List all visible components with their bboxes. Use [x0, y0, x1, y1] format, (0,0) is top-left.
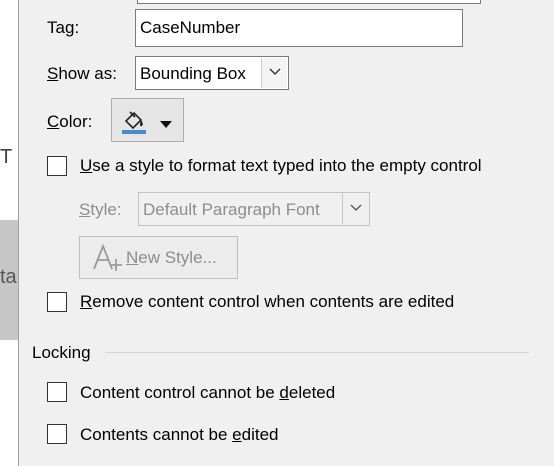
- show-as-select[interactable]: Bounding Box: [135, 56, 289, 90]
- background-document: T ta: [0, 0, 18, 466]
- content-control-properties-dialog: Tag: CaseNumber Show as: Bounding Box Co…: [18, 0, 554, 466]
- style-value: Default Paragraph Font: [143, 200, 320, 219]
- use-style-label: Use a style to format text typed into th…: [80, 156, 482, 175]
- cannot-delete-label: Content control cannot be deleted: [80, 383, 336, 402]
- chevron-down-icon[interactable]: [342, 194, 368, 224]
- new-style-label: New Style...: [126, 248, 217, 267]
- cannot-delete-checkbox[interactable]: [47, 382, 67, 402]
- screen: T ta Tag: CaseNumber Show as: Bounding B…: [0, 0, 554, 466]
- new-style-button[interactable]: New Style...: [79, 236, 238, 279]
- cannot-edit-label: Contents cannot be edited: [80, 425, 279, 444]
- tag-label: Tag:: [47, 18, 80, 37]
- paint-bucket-icon: [120, 107, 148, 140]
- new-style-icon: [92, 243, 124, 278]
- style-select[interactable]: Default Paragraph Font: [138, 192, 370, 226]
- background-text-t: T: [0, 146, 13, 168]
- style-label: Style:: [79, 200, 122, 219]
- remove-control-label: Remove content control when contents are…: [80, 292, 455, 311]
- color-picker-button[interactable]: [111, 98, 184, 142]
- chevron-down-icon[interactable]: [261, 58, 287, 88]
- color-label: Color:: [47, 112, 93, 131]
- background-text-ta: ta: [0, 266, 17, 288]
- use-style-checkbox[interactable]: [47, 156, 67, 176]
- show-as-value: Bounding Box: [140, 64, 246, 83]
- tag-input[interactable]: CaseNumber: [135, 9, 463, 47]
- locking-separator: [105, 352, 529, 353]
- locking-heading: Locking: [32, 343, 91, 362]
- title-field-bottom-edge: [137, 0, 481, 4]
- remove-control-checkbox[interactable]: [47, 292, 67, 312]
- cannot-edit-checkbox[interactable]: [47, 424, 67, 444]
- show-as-label: Show as:: [47, 64, 117, 83]
- dropdown-triangle-icon: [160, 116, 172, 134]
